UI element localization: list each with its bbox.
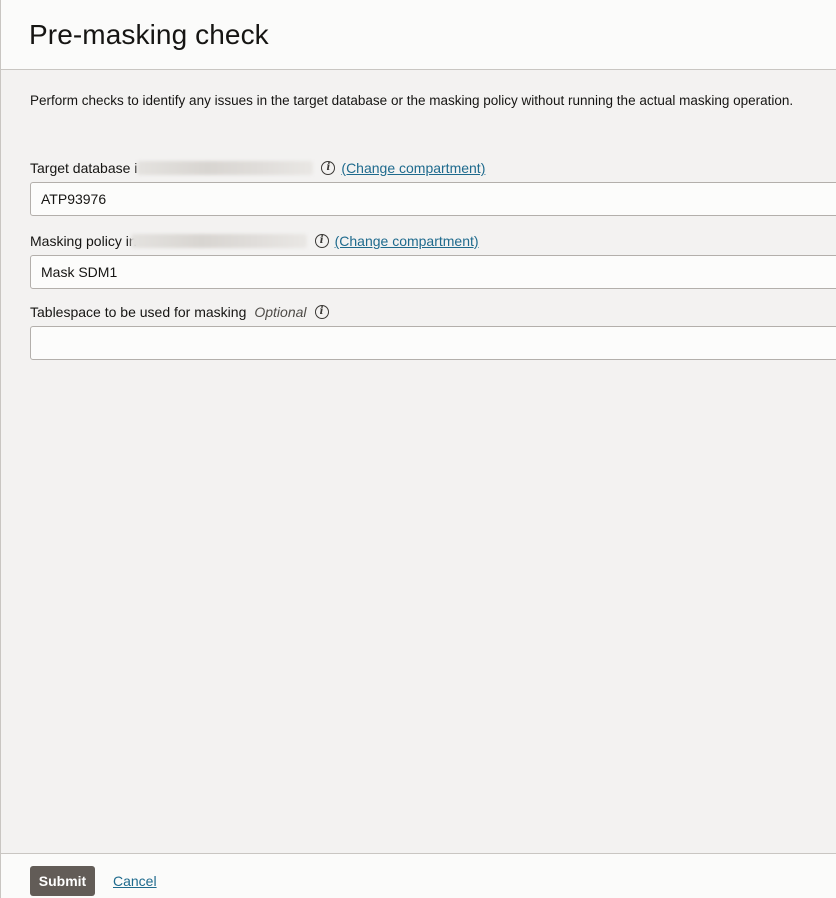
masking-policy-select[interactable]: Mask SDM1 xyxy=(30,255,836,289)
masking-policy-change-compartment-link[interactable]: (Change compartment) xyxy=(335,233,479,249)
cancel-link[interactable]: Cancel xyxy=(113,873,157,889)
pre-masking-check-panel: Pre-masking check Perform checks to iden… xyxy=(0,0,836,898)
submit-button[interactable]: Submit xyxy=(30,866,95,896)
panel-header: Pre-masking check xyxy=(1,0,836,70)
redacted-compartment-name xyxy=(130,234,307,248)
target-database-change-compartment-link[interactable]: (Change compartment) xyxy=(341,160,485,176)
panel-footer: Submit Cancel xyxy=(1,853,836,898)
tablespace-input[interactable] xyxy=(30,326,836,360)
target-database-label-row: Target database i i (Change compartment) xyxy=(30,160,485,176)
masking-policy-label-row: Masking policy in i (Change compartment) xyxy=(30,233,479,249)
target-database-value: ATP93976 xyxy=(41,191,107,207)
masking-policy-label: Masking policy in xyxy=(30,233,137,249)
info-icon[interactable]: i xyxy=(314,234,329,248)
info-icon[interactable]: i xyxy=(314,305,329,319)
tablespace-label: Tablespace to be used for masking xyxy=(30,304,247,320)
masking-policy-value: Mask SDM1 xyxy=(41,264,118,280)
tablespace-label-row: Tablespace to be used for masking Option… xyxy=(30,304,335,320)
redacted-compartment-name xyxy=(137,161,314,175)
info-icon[interactable]: i xyxy=(321,161,336,175)
target-database-label: Target database i xyxy=(30,160,138,176)
panel-description: Perform checks to identify any issues in… xyxy=(30,93,794,108)
optional-hint: Optional xyxy=(254,304,307,320)
page-title: Pre-masking check xyxy=(29,19,269,50)
target-database-select[interactable]: ATP93976 xyxy=(30,182,836,216)
